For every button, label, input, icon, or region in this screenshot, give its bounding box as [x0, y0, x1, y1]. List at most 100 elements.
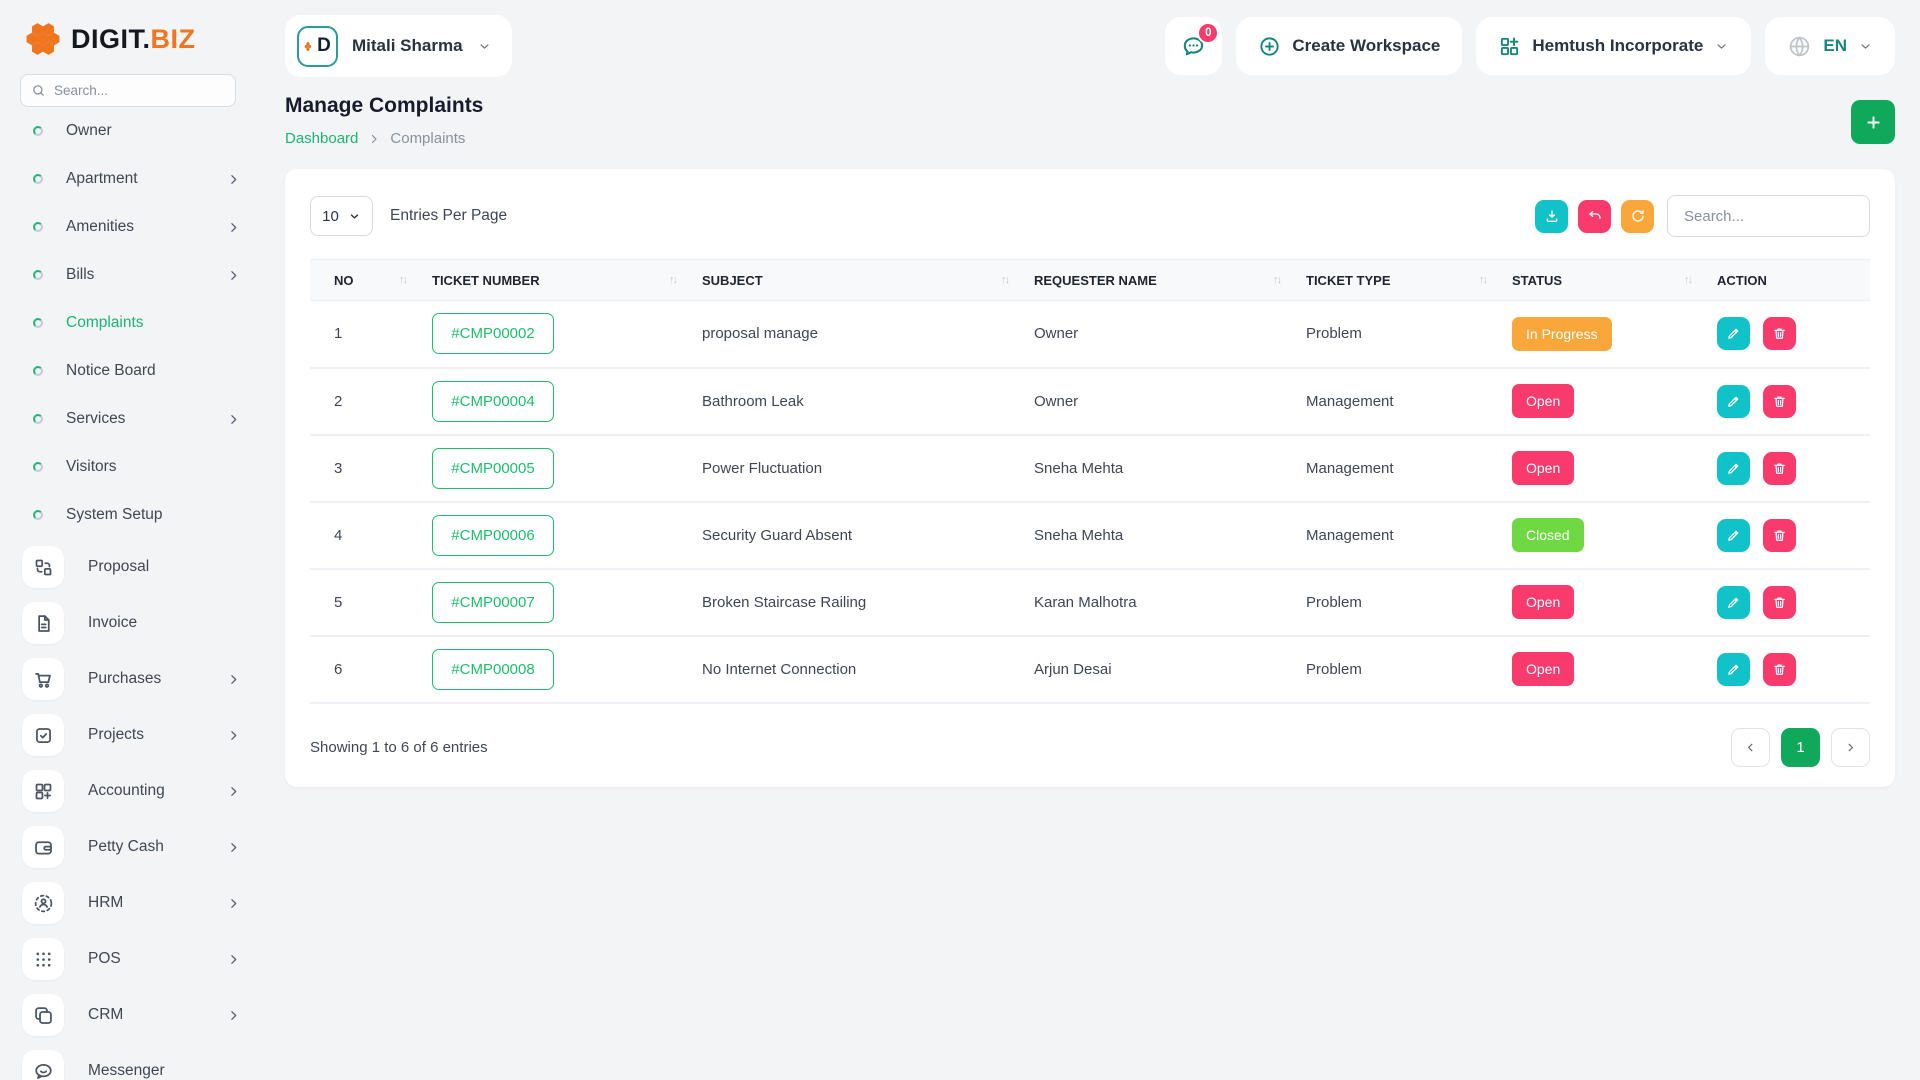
search-icon	[31, 83, 46, 98]
create-workspace-button[interactable]: Create Workspace	[1236, 17, 1462, 75]
sort-icon[interactable]: ↑↓	[1001, 274, 1008, 286]
edit-button[interactable]	[1717, 452, 1750, 485]
grid-plus-icon	[22, 770, 64, 812]
sidebar-item-services[interactable]: Services	[0, 395, 260, 443]
table-search-input[interactable]	[1667, 195, 1870, 237]
sidebar-item-messenger[interactable]: Messenger	[0, 1043, 260, 1080]
refresh-button[interactable]	[1621, 200, 1654, 233]
refresh-icon	[1630, 208, 1646, 224]
status-badge: Open	[1512, 585, 1574, 619]
status-badge: Open	[1512, 384, 1574, 418]
edit-button[interactable]	[1717, 385, 1750, 418]
delete-button[interactable]	[1763, 519, 1796, 552]
sidebar-item-owner[interactable]: Owner	[0, 111, 260, 155]
pagination-page-1-button[interactable]: 1	[1781, 728, 1820, 767]
column-header-ticket-type[interactable]: TICKET TYPE ↑↓	[1306, 260, 1512, 301]
delete-button[interactable]	[1763, 317, 1796, 350]
workspace-user-name: Mitali Sharma	[352, 36, 463, 56]
subject-cell: Broken Staircase Railing	[702, 569, 1034, 636]
topbar-right: 0 Create Workspace Hemtush Incorporate E…	[1165, 17, 1895, 75]
sidebar-item-hrm[interactable]: HRM	[0, 875, 260, 931]
column-header-ticket-number[interactable]: TICKET NUMBER ↑↓	[432, 260, 702, 301]
entries-per-page-label: Entries Per Page	[390, 207, 507, 225]
sidebar-nav: Owner Apartment Amenities Bills Complain…	[0, 111, 260, 1080]
delete-button[interactable]	[1763, 653, 1796, 686]
workspace-grid-icon	[1498, 35, 1521, 58]
ticket-number-badge[interactable]: #CMP00007	[432, 582, 554, 623]
check-square-icon	[22, 714, 64, 756]
dot-icon	[33, 270, 43, 280]
sidebar-item-complaints[interactable]: Complaints	[0, 299, 260, 347]
delete-button[interactable]	[1763, 385, 1796, 418]
pagination-prev-button[interactable]	[1731, 728, 1770, 767]
edit-button[interactable]	[1717, 317, 1750, 350]
language-selector[interactable]: EN	[1765, 17, 1895, 75]
sidebar-item-projects[interactable]: Projects	[0, 707, 260, 763]
chevron-left-icon	[1744, 741, 1757, 754]
ticket-number-badge[interactable]: #CMP00005	[432, 448, 554, 489]
ticket-number-badge[interactable]: #CMP00006	[432, 515, 554, 556]
sidebar: DIGIT.BIZ Owner Apartment Amenities Bill…	[0, 0, 260, 1080]
sidebar-item-petty-cash[interactable]: Petty Cash	[0, 819, 260, 875]
row-number: 4	[310, 502, 432, 569]
wallet-icon	[22, 826, 64, 868]
sidebar-item-pos[interactable]: POS	[0, 931, 260, 987]
sidebar-item-accounting[interactable]: Accounting	[0, 763, 260, 819]
sort-icon[interactable]: ↑↓	[399, 274, 406, 286]
showing-entries-text: Showing 1 to 6 of 6 entries	[310, 739, 488, 756]
sidebar-item-visitors[interactable]: Visitors	[0, 443, 260, 491]
subject-cell: proposal manage	[702, 301, 1034, 368]
chevron-right-icon	[227, 173, 240, 186]
dot-icon	[33, 414, 43, 424]
sort-icon[interactable]: ↑↓	[1684, 274, 1691, 286]
sidebar-item-crm[interactable]: CRM	[0, 987, 260, 1043]
ticket-number-badge[interactable]: #CMP00002	[432, 313, 554, 354]
sidebar-item-bills[interactable]: Bills	[0, 251, 260, 299]
breadcrumb-dashboard-link[interactable]: Dashboard	[285, 130, 358, 147]
page-title: Manage Complaints	[285, 94, 483, 118]
subject-cell: Bathroom Leak	[702, 368, 1034, 435]
add-complaint-button[interactable]	[1851, 100, 1895, 144]
workspace-selector[interactable]: D Mitali Sharma	[285, 15, 512, 77]
company-selector[interactable]: Hemtush Incorporate	[1476, 17, 1751, 75]
topbar: D Mitali Sharma 0 Create Workspace Hemtu…	[285, 0, 1895, 92]
sidebar-item-notice-board[interactable]: Notice Board	[0, 347, 260, 395]
edit-button[interactable]	[1717, 519, 1750, 552]
sort-icon[interactable]: ↑↓	[1273, 274, 1280, 286]
column-header-no[interactable]: NO ↑↓	[310, 260, 432, 301]
sidebar-item-invoice[interactable]: Invoice	[0, 595, 260, 651]
delete-button[interactable]	[1763, 586, 1796, 619]
dot-icon	[33, 366, 43, 376]
subject-cell: No Internet Connection	[702, 636, 1034, 703]
invoice-file-icon	[22, 602, 64, 644]
ticket-number-badge[interactable]: #CMP00008	[432, 649, 554, 690]
sidebar-item-amenities[interactable]: Amenities	[0, 203, 260, 251]
chevron-right-icon	[227, 841, 240, 854]
sort-icon[interactable]: ↑↓	[669, 274, 676, 286]
pagination-next-button[interactable]	[1831, 728, 1870, 767]
sidebar-item-system-setup[interactable]: System Setup	[0, 491, 260, 539]
app-root: DIGIT.BIZ Owner Apartment Amenities Bill…	[0, 0, 1920, 1080]
requester-cell: Owner	[1034, 368, 1306, 435]
reset-button[interactable]	[1578, 200, 1611, 233]
column-header-subject[interactable]: SUBJECT ↑↓	[702, 260, 1034, 301]
table-row: 3 #CMP00005 Power Fluctuation Sneha Meht…	[310, 435, 1870, 502]
sidebar-search-input[interactable]	[54, 83, 225, 98]
edit-button[interactable]	[1717, 653, 1750, 686]
sort-icon[interactable]: ↑↓	[1479, 274, 1486, 286]
export-button[interactable]	[1535, 200, 1568, 233]
column-header-requester-name[interactable]: REQUESTER NAME ↑↓	[1034, 260, 1306, 301]
entries-per-page-select[interactable]: 10	[310, 196, 373, 236]
sidebar-search[interactable]	[20, 74, 236, 107]
dot-icon	[33, 462, 43, 472]
edit-button[interactable]	[1717, 586, 1750, 619]
column-header-status[interactable]: STATUS ↑↓	[1512, 260, 1717, 301]
sidebar-item-proposal[interactable]: Proposal	[0, 539, 260, 595]
brand-logo-icon	[24, 20, 62, 58]
sidebar-item-apartment[interactable]: Apartment	[0, 155, 260, 203]
messages-button[interactable]: 0	[1165, 17, 1222, 75]
ticket-number-badge[interactable]: #CMP00004	[432, 381, 554, 422]
chevron-down-icon	[1714, 39, 1729, 54]
sidebar-item-purchases[interactable]: Purchases	[0, 651, 260, 707]
delete-button[interactable]	[1763, 452, 1796, 485]
